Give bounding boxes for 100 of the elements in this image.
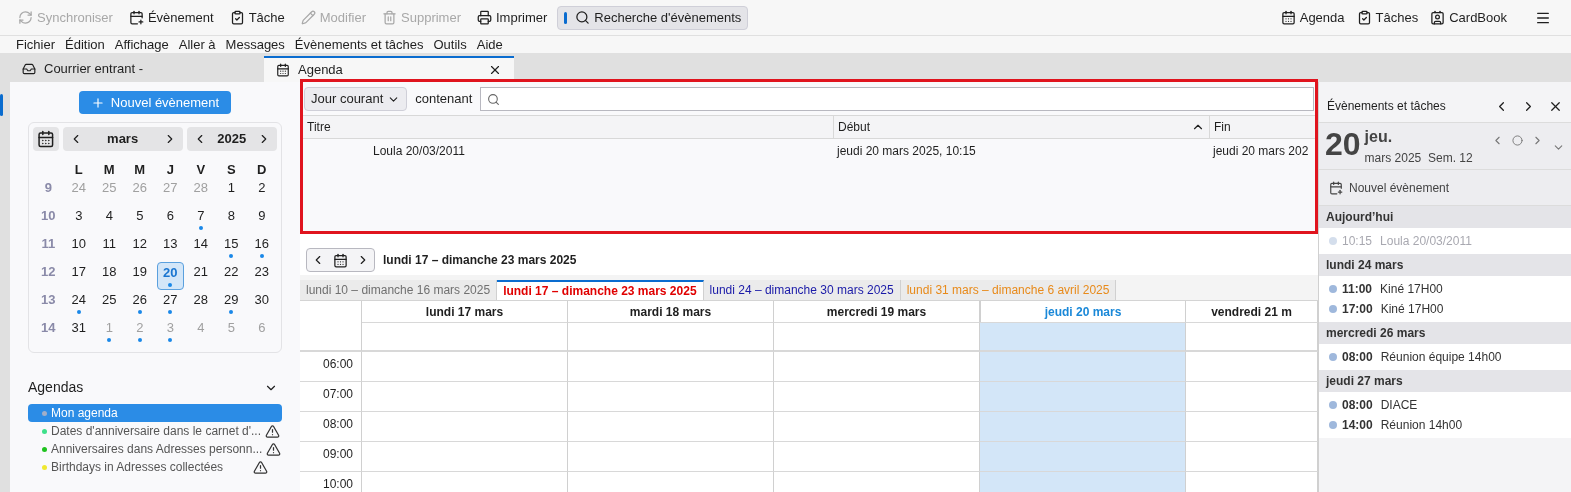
calendar-day[interactable]: 14 <box>187 234 214 262</box>
time-slot[interactable] <box>568 382 774 412</box>
calendar-day[interactable]: 27 <box>157 290 184 318</box>
calendar-day[interactable]: 23 <box>248 262 275 290</box>
agenda-event[interactable]: 17:00 Kiné 17H00 <box>1319 299 1571 319</box>
calendar-icon <box>1280 10 1296 25</box>
menu-item[interactable]: Aller à <box>178 34 216 55</box>
week-number: 14 <box>40 319 57 337</box>
calendar-day[interactable]: 4 <box>96 206 123 234</box>
calendar-plus-icon <box>1329 180 1343 195</box>
calendar-day[interactable]: 11 <box>96 234 123 262</box>
time-slot[interactable] <box>980 412 1186 442</box>
calendar-day[interactable]: 10 <box>65 234 92 262</box>
calendar-day[interactable]: 28 <box>187 290 214 318</box>
time-slot[interactable] <box>568 352 774 382</box>
week-number: 11 <box>40 235 57 253</box>
calendar-day[interactable]: 26 <box>126 290 153 318</box>
today-icon[interactable] <box>333 252 348 268</box>
pane-title: Évènements et tâches <box>1327 97 1447 115</box>
calendar-plus-icon <box>128 10 144 25</box>
month-label: mars <box>106 130 140 149</box>
toolbar-button[interactable]: Recherche d'évènements <box>557 5 749 30</box>
toolbar-button[interactable]: Tâche <box>223 5 291 30</box>
calendar-day[interactable]: 30 <box>248 290 275 318</box>
calendar-day[interactable]: 16 <box>248 234 275 262</box>
calendar-day[interactable]: 12 <box>126 234 153 262</box>
clipboard-check-icon <box>229 10 245 25</box>
calendar-day[interactable]: 15 <box>218 234 245 262</box>
time-slot[interactable] <box>980 442 1186 472</box>
all-day-cell[interactable] <box>362 322 568 352</box>
calendar-day[interactable]: 22 <box>218 262 245 290</box>
menu-item[interactable]: Édition <box>65 34 105 55</box>
printer-icon <box>477 10 492 25</box>
time-slot[interactable] <box>980 382 1186 412</box>
new-event-button[interactable]: Nouvel évènement <box>78 91 232 114</box>
weekday-label: M <box>133 161 147 178</box>
all-day-cell[interactable] <box>568 322 774 352</box>
calendar-day[interactable]: 20 <box>157 262 184 290</box>
toolbar-button[interactable]: Agenda <box>1280 7 1345 28</box>
time-slot[interactable] <box>362 412 568 442</box>
calendar-day[interactable]: 24 <box>65 290 92 318</box>
time-slot[interactable] <box>568 442 774 472</box>
toolbar-button[interactable]: Évènement <box>122 5 220 30</box>
today-icon[interactable] <box>33 127 59 151</box>
search-field[interactable] <box>480 87 1314 111</box>
close-icon[interactable] <box>488 63 502 77</box>
menu-item[interactable]: Outils <box>433 34 467 55</box>
column-header[interactable]: Début <box>833 116 1209 138</box>
agenda-event[interactable]: 08:00 DIACE <box>1319 395 1571 415</box>
agenda-item[interactable]: Dates d'anniversaire dans le carnet d'... <box>28 422 282 440</box>
column-header[interactable]: Fin <box>1209 116 1315 138</box>
year-label: 2025 <box>216 130 248 149</box>
all-day-cell[interactable] <box>774 322 980 352</box>
column-header[interactable]: Titre <box>303 116 833 138</box>
calendar-day[interactable]: 31 <box>65 318 92 346</box>
week-tab[interactable]: lundi 10 – dimanche 16 mars 2025 <box>300 280 498 300</box>
calendar-day[interactable]: 7 <box>187 206 214 234</box>
calendar-day[interactable]: 2 <box>248 178 275 206</box>
agenda-item[interactable]: Birthdays in Adresses collectées <box>28 458 282 476</box>
calendar-day[interactable]: 8 <box>218 206 245 234</box>
time-slot[interactable] <box>568 412 774 442</box>
calendar-day[interactable]: 5 <box>126 206 153 234</box>
toolbar-button[interactable]: CardBook <box>1430 7 1507 28</box>
time-slot[interactable] <box>362 352 568 382</box>
week-tab[interactable]: lundi 24 – dimanche 30 mars 2025 <box>703 280 901 300</box>
calendar-day[interactable]: 25 <box>96 290 123 318</box>
calendar-day[interactable]: 19 <box>126 262 153 290</box>
time-slot[interactable] <box>362 382 568 412</box>
menu-item[interactable]: Évènements et tâches <box>294 34 424 55</box>
calendar-day[interactable]: 21 <box>187 262 214 290</box>
table-cell-text: jeudi 20 mars 2025, 10:15 <box>835 143 977 160</box>
filter-dropdown[interactable]: Jour courant <box>304 87 408 111</box>
calendar-day[interactable]: 13 <box>157 234 184 262</box>
calendar-day[interactable]: 29 <box>218 290 245 318</box>
week-tab[interactable]: lundi 17 – dimanche 23 mars 2025 <box>497 280 704 300</box>
clipboard-check-icon <box>1356 10 1372 25</box>
agenda-event[interactable]: 14:00 Réunion 14h00 <box>1319 415 1571 435</box>
trash-icon <box>382 10 398 25</box>
menu-item[interactable]: Messages <box>225 34 285 55</box>
menu-item[interactable]: Fichier <box>16 34 55 55</box>
tab[interactable]: Agenda <box>264 56 514 82</box>
new-event-button[interactable]: Nouvel évènement <box>1319 170 1571 206</box>
time-slot[interactable] <box>980 352 1186 382</box>
agenda-event[interactable]: 11:00 Kiné 17H00 <box>1319 279 1571 299</box>
calendar-day[interactable]: 17 <box>65 262 92 290</box>
menu-item[interactable]: Aide <box>476 34 503 55</box>
contact-icon <box>1430 10 1446 25</box>
agenda-item[interactable]: Mon agenda <box>28 404 282 422</box>
calendar-day[interactable]: 6 <box>157 206 184 234</box>
menu-item[interactable]: Affichage <box>114 34 169 55</box>
tab[interactable]: Courrier entrant - <box>10 56 260 82</box>
calendar-day[interactable]: 1 <box>218 178 245 206</box>
agenda-item[interactable]: Anniversaires dans Adresses personn... <box>28 440 282 458</box>
toolbar-button[interactable]: Tâches <box>1356 7 1419 28</box>
calendar-day[interactable]: 9 <box>248 206 275 234</box>
toolbar-button[interactable]: Imprimer <box>471 5 554 30</box>
calendar-day[interactable]: 3 <box>65 206 92 234</box>
time-slot[interactable] <box>362 442 568 472</box>
calendar-day[interactable]: 18 <box>96 262 123 290</box>
all-day-cell[interactable] <box>980 322 1186 352</box>
